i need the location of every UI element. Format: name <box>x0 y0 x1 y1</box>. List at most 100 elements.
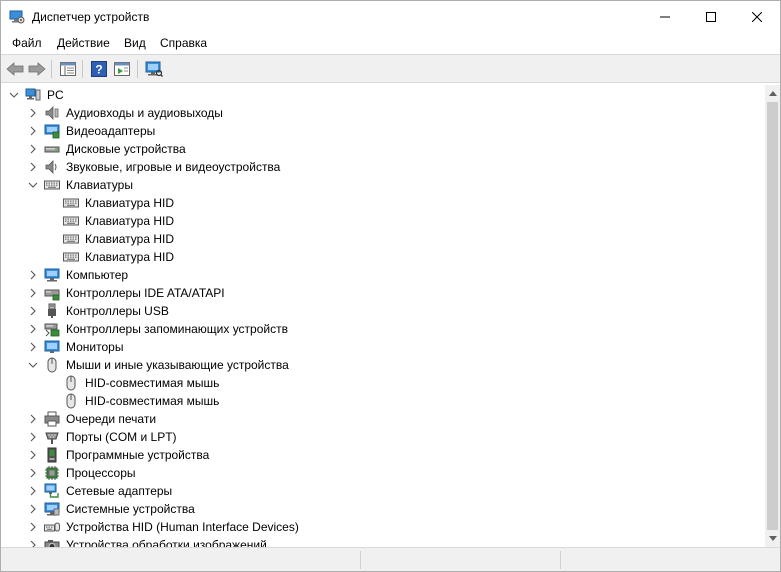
menu-action[interactable]: Действие <box>57 35 110 51</box>
chevron-down-icon[interactable] <box>28 180 38 190</box>
chevron-right-icon[interactable] <box>28 162 38 172</box>
menu-file[interactable]: Файл <box>12 35 42 51</box>
tree-node-category[interactable]: Порты (COM и LPT) <box>1 428 765 446</box>
tree-node-label: Мыши и иные указывающие устройства <box>66 358 289 372</box>
chevron-right-icon[interactable] <box>28 144 38 154</box>
chevron-right-icon[interactable] <box>28 126 38 136</box>
tree-node-category[interactable]: Компьютер <box>1 266 765 284</box>
tree-node-category[interactable]: Системные устройства <box>1 500 765 518</box>
chevron-right-icon[interactable] <box>28 522 38 532</box>
tree-node-category[interactable]: Сетевые адаптеры <box>1 482 765 500</box>
mouse-icon <box>66 375 76 391</box>
chevron-right-icon[interactable] <box>28 324 38 334</box>
maximize-icon <box>706 11 716 22</box>
chevron-right-icon[interactable] <box>28 468 38 478</box>
hid-icon <box>44 522 60 532</box>
chevron-right-icon[interactable] <box>28 108 38 118</box>
tree-node-label: Порты (COM и LPT) <box>66 430 177 444</box>
tree-node-label: Сетевые адаптеры <box>66 484 173 498</box>
properties-button[interactable] <box>112 59 132 79</box>
tree-node-device[interactable]: Клавиатура HID <box>1 230 765 248</box>
svg-text:?: ? <box>95 63 102 77</box>
chevron-right-icon[interactable] <box>28 504 38 514</box>
keyboard-icon <box>63 216 79 226</box>
chevron-right-icon[interactable] <box>28 288 38 298</box>
tree-node-category[interactable]: Устройства HID (Human Interface Devices) <box>1 518 765 536</box>
port-icon <box>45 432 59 444</box>
chevron-right-icon[interactable] <box>28 414 38 424</box>
device-tree[interactable]: PC Аудиовходы и аудиовыходы Видеоадаптеры Д… <box>1 85 765 547</box>
tree-node-device[interactable]: Клавиатура HID <box>1 212 765 230</box>
keyboard-icon <box>44 180 60 190</box>
scrollbar-thumb[interactable] <box>767 102 778 530</box>
tree-node-root[interactable]: PC <box>1 86 765 104</box>
network-adapter-icon <box>44 483 59 498</box>
tree-node-category[interactable]: Программные устройства <box>1 446 765 464</box>
title-bar[interactable]: Диспетчер устройств <box>1 1 780 32</box>
tree-node-category[interactable]: Процессоры <box>1 464 765 482</box>
tree-node-category[interactable]: Клавиатуры <box>1 176 765 194</box>
software-device-icon <box>47 447 57 463</box>
speaker-icon <box>45 160 57 174</box>
tree-node-label: Клавиатура HID <box>85 214 174 228</box>
menu-bar: Файл Действие Вид Справка <box>1 32 780 54</box>
display-adapter-icon <box>44 124 60 139</box>
toolbar: ? <box>1 54 780 83</box>
tree-node-device[interactable]: HID-совместимая мышь <box>1 374 765 392</box>
tree-node-label: Звуковые, игровые и видеоустройства <box>66 160 281 174</box>
tree-node-category[interactable]: Видеоадаптеры <box>1 122 765 140</box>
minimize-button[interactable] <box>642 1 688 32</box>
audio-io-icon <box>45 106 59 120</box>
tree-node-category[interactable]: Звуковые, игровые и видеоустройства <box>1 158 765 176</box>
tree-node-category[interactable]: Дисковые устройства <box>1 140 765 158</box>
chevron-down-icon[interactable] <box>9 90 19 100</box>
tree-node-category[interactable]: Очереди печати <box>1 410 765 428</box>
tree-node-label: PC <box>47 88 64 102</box>
tree-node-label: Очереди печати <box>66 412 157 426</box>
tree-node-device[interactable]: HID-совместимая мышь <box>1 392 765 410</box>
chevron-down-icon[interactable] <box>28 360 38 370</box>
scroll-down-button[interactable] <box>765 531 780 546</box>
tree-node-category[interactable]: Контроллеры IDE ATA/ATAPI <box>1 284 765 302</box>
chevron-right-icon[interactable] <box>28 306 38 316</box>
chevron-right-icon[interactable] <box>28 432 38 442</box>
tree-node-label: HID-совместимая мышь <box>85 376 220 390</box>
tree-node-category[interactable]: Контроллеры запоминающих устройств <box>1 320 765 338</box>
tree-node-label: Устройства обработки изображений <box>66 538 267 547</box>
tree-node-device[interactable]: Клавиатура HID <box>1 248 765 266</box>
help-button[interactable]: ? <box>89 59 109 79</box>
status-bar <box>1 547 780 571</box>
chevron-right-icon[interactable] <box>28 486 38 496</box>
keyboard-icon <box>63 234 79 244</box>
scroll-up-button[interactable] <box>765 86 780 101</box>
storage-controller-icon <box>44 323 60 337</box>
tree-node-category[interactable]: Мониторы <box>1 338 765 356</box>
show-hide-console-tree-button[interactable] <box>58 59 78 79</box>
chevron-up-icon <box>768 91 777 96</box>
processor-icon <box>45 466 59 480</box>
chevron-right-icon[interactable] <box>28 540 38 547</box>
forward-button[interactable] <box>27 59 47 79</box>
tree-node-category[interactable]: Аудиовходы и аудиовыходы <box>1 104 765 122</box>
tree-node-category[interactable]: Устройства обработки изображений <box>1 536 765 547</box>
tree-node-device[interactable]: Клавиатура HID <box>1 194 765 212</box>
system-device-icon <box>44 502 60 516</box>
imaging-device-icon <box>44 540 60 547</box>
back-button[interactable] <box>5 59 25 79</box>
computer-icon <box>44 268 60 282</box>
help-icon: ? <box>91 61 107 77</box>
close-button[interactable] <box>734 1 780 32</box>
tree-node-label: Процессоры <box>66 466 136 480</box>
tree-node-category[interactable]: Мыши и иные указывающие устройства <box>1 356 765 374</box>
chevron-right-icon[interactable] <box>28 450 38 460</box>
maximize-button[interactable] <box>688 1 734 32</box>
menu-help[interactable]: Справка <box>160 35 207 51</box>
menu-view[interactable]: Вид <box>124 35 146 51</box>
tree-node-category[interactable]: Контроллеры USB <box>1 302 765 320</box>
status-pane <box>361 551 561 569</box>
vertical-scrollbar[interactable] <box>765 85 780 547</box>
chevron-right-icon[interactable] <box>28 270 38 280</box>
scan-hardware-button[interactable] <box>144 59 164 79</box>
chevron-right-icon[interactable] <box>28 342 38 352</box>
tree-node-label: Контроллеры USB <box>66 304 169 318</box>
